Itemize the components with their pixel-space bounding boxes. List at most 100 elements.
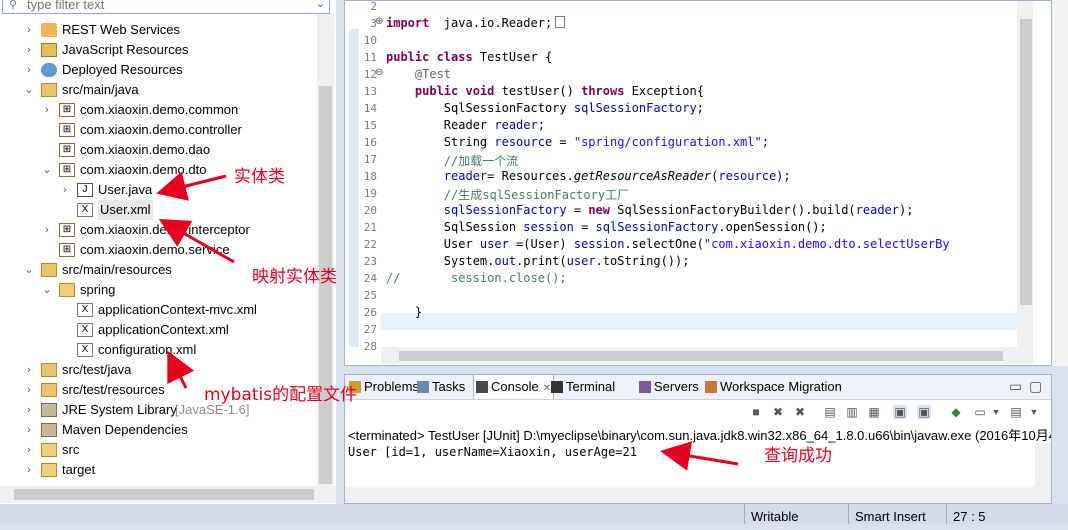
code-line[interactable]: sqlSessionFactory = new SqlSessionFactor… xyxy=(386,203,914,217)
collapse-arrow-icon[interactable]: › xyxy=(23,440,35,460)
tree-item[interactable]: › JavaScript Resources xyxy=(0,40,316,60)
tree-item[interactable]: Xconfiguration.xml xyxy=(0,340,316,360)
tree-item[interactable]: XapplicationContext.xml xyxy=(0,320,316,340)
code-line[interactable]: //加载一个流 xyxy=(386,152,518,169)
code-line[interactable]: SqlSession session = sqlSessionFactory.o… xyxy=(386,220,827,234)
tree-item[interactable]: › Maven Dependencies xyxy=(0,420,316,440)
xml-file-icon: X xyxy=(77,343,93,357)
tree-item[interactable]: ⊞ com.xiaoxin.demo.service xyxy=(0,240,316,260)
tree-item[interactable]: XapplicationContext-mvc.xml xyxy=(0,300,316,320)
pin-console-icon[interactable]: ◆ xyxy=(949,405,963,419)
tree-item[interactable]: › target xyxy=(0,460,316,480)
code-token: "com.xiaoxin.demo.dto.selectUserBy xyxy=(703,237,950,251)
tree-item[interactable]: ⊞ com.xiaoxin.demo.controller xyxy=(0,120,316,140)
expand-arrow-icon[interactable]: ⌄ xyxy=(23,80,35,100)
maximize-icon[interactable]: ▢ xyxy=(1029,378,1042,395)
terminated-status-line: <terminated> TestUser [JUnit] D:\myeclip… xyxy=(348,428,1052,443)
scroll-lock-icon[interactable]: ▥ xyxy=(845,405,859,419)
tree-item[interactable]: › src xyxy=(0,440,316,460)
code-line[interactable]: import java.io.Reader; xyxy=(386,16,566,30)
expand-arrow-icon[interactable]: ⌄ xyxy=(41,280,53,300)
tree-item-label: com.xiaoxin.demo.interceptor xyxy=(80,222,250,237)
remove-all-launches-icon[interactable]: ✖ xyxy=(793,405,807,419)
editor-horizontal-scroll-thumb[interactable] xyxy=(399,351,1003,361)
clear-console-icon[interactable]: ▤ xyxy=(823,405,837,419)
code-line[interactable]: SqlSessionFactory sqlSessionFactory; xyxy=(386,101,704,115)
code-line[interactable]: public class TestUser { xyxy=(386,50,552,64)
collapse-arrow-icon[interactable]: › xyxy=(23,460,35,480)
code-line[interactable]: public void testUser() throws Exception{ xyxy=(386,84,704,98)
chevron-down-icon[interactable]: ⌄ xyxy=(316,0,325,10)
tree-item-label: src/test/java xyxy=(62,362,132,377)
expand-arrow-icon[interactable]: ⌄ xyxy=(41,160,53,180)
collapse-arrow-icon[interactable]: › xyxy=(59,180,71,200)
chevron-down-icon[interactable]: ▼ xyxy=(1027,405,1041,419)
expand-arrow-icon[interactable]: ⌄ xyxy=(23,260,35,280)
collapse-fold-icon[interactable]: ⊖ xyxy=(375,67,383,78)
collapse-arrow-icon[interactable]: › xyxy=(41,100,53,120)
folded-code-marker[interactable] xyxy=(555,16,566,28)
code-line[interactable]: //生成sqlSessionFactory工厂 xyxy=(386,186,629,203)
collapse-arrow-icon[interactable]: › xyxy=(23,20,35,40)
filter-input[interactable] xyxy=(3,0,317,12)
display-console-icon[interactable]: ▭ xyxy=(973,405,987,419)
tree-item[interactable]: X User.xml xyxy=(0,200,316,220)
open-console-icon[interactable]: ▤ xyxy=(1009,405,1023,419)
code-token: resource xyxy=(718,169,777,183)
tab-problems[interactable]: Problems xyxy=(347,375,421,399)
tree-item[interactable]: ⊞ com.xiaoxin.demo.dao xyxy=(0,140,316,160)
tree-item[interactable]: ⌄ src/main/java xyxy=(0,80,316,100)
collapse-arrow-icon[interactable]: › xyxy=(23,360,35,380)
collapse-arrow-icon[interactable]: › xyxy=(23,60,35,80)
word-wrap-icon[interactable]: ▦ xyxy=(867,405,881,419)
tab-servers[interactable]: Servers xyxy=(637,375,701,399)
collapse-arrow-icon[interactable]: › xyxy=(23,380,35,400)
tree-item[interactable]: › Deployed Resources xyxy=(0,60,316,80)
tab-label: Servers xyxy=(654,379,699,394)
show-on-stderr-icon[interactable]: ▣ xyxy=(917,405,931,419)
config-annotation: mybatis的配置文件 xyxy=(204,385,358,405)
terminate-icon[interactable]: ■ xyxy=(749,405,763,419)
code-line[interactable]: String resource = "spring/configuration.… xyxy=(386,135,769,149)
filter-box[interactable]: ⚲ ⌄ xyxy=(2,0,330,14)
code-editor[interactable]: 2 3 10 11 12 13 14 15 16 17 18 19 20 21 22 23 24 25 26 27 28… xyxy=(344,0,1052,366)
code-token: //加载一个流 xyxy=(386,154,519,168)
code-line[interactable]: System.out.print(user.toString()); xyxy=(386,254,690,268)
code-line[interactable]: Reader reader; xyxy=(386,118,545,132)
tree-item[interactable]: › src/test/java xyxy=(0,360,316,380)
collapse-arrow-icon[interactable]: › xyxy=(23,400,35,420)
tree-item[interactable]: › REST Web Services xyxy=(0,20,316,40)
tree-item-label: src/test/resources xyxy=(62,382,165,397)
tab-tasks[interactable]: Tasks xyxy=(415,375,467,399)
tab-workspace-migration[interactable]: Workspace Migration xyxy=(703,375,844,399)
console-output[interactable]: User [id=1, userName=Xiaoxin, userAge=21 xyxy=(348,445,637,459)
code-line[interactable]: // session.close(); xyxy=(386,271,567,285)
tree-item[interactable]: › ⊞ com.xiaoxin.demo.interceptor xyxy=(0,220,316,240)
source-folder-icon xyxy=(41,363,57,377)
remove-launch-icon[interactable]: ✖ xyxy=(771,405,785,419)
code-line[interactable]: User user =(User) session.selectOne("com… xyxy=(386,237,950,251)
package-icon: ⊞ xyxy=(59,223,75,237)
code-line[interactable]: } xyxy=(386,305,422,319)
collapse-arrow-icon[interactable]: › xyxy=(23,420,35,440)
expand-fold-icon[interactable]: ⊕ xyxy=(375,16,383,27)
code-line[interactable]: reader= Resources.getResourceAsReader(re… xyxy=(386,169,791,183)
console-horizontal-scrollbar[interactable] xyxy=(345,487,1035,503)
tab-console[interactable]: Console ✕ xyxy=(473,375,555,399)
code-line[interactable]: @Test xyxy=(386,67,451,81)
chevron-down-icon[interactable]: ▼ xyxy=(989,405,1003,419)
collapse-arrow-icon[interactable]: › xyxy=(23,40,35,60)
code-token: Exception{ xyxy=(624,84,704,98)
show-on-stdout-icon[interactable]: ▣ xyxy=(893,405,907,419)
tree-item[interactable]: › ⊞ com.xiaoxin.demo.common xyxy=(0,100,316,120)
tab-terminal[interactable]: Terminal xyxy=(549,375,617,399)
collapse-arrow-icon[interactable]: › xyxy=(41,220,53,240)
editor-vertical-scroll-thumb[interactable] xyxy=(1020,19,1032,305)
console-vertical-scrollbar[interactable] xyxy=(1035,443,1051,503)
minimize-icon[interactable]: ▭ xyxy=(1009,378,1022,395)
explorer-horizontal-scroll-thumb[interactable] xyxy=(14,489,314,500)
package-explorer: ⚲ ⌄ › REST Web Services › JavaScript Resour… xyxy=(0,0,336,504)
code-token: import xyxy=(386,16,430,30)
package-icon: ⊞ xyxy=(59,163,75,177)
